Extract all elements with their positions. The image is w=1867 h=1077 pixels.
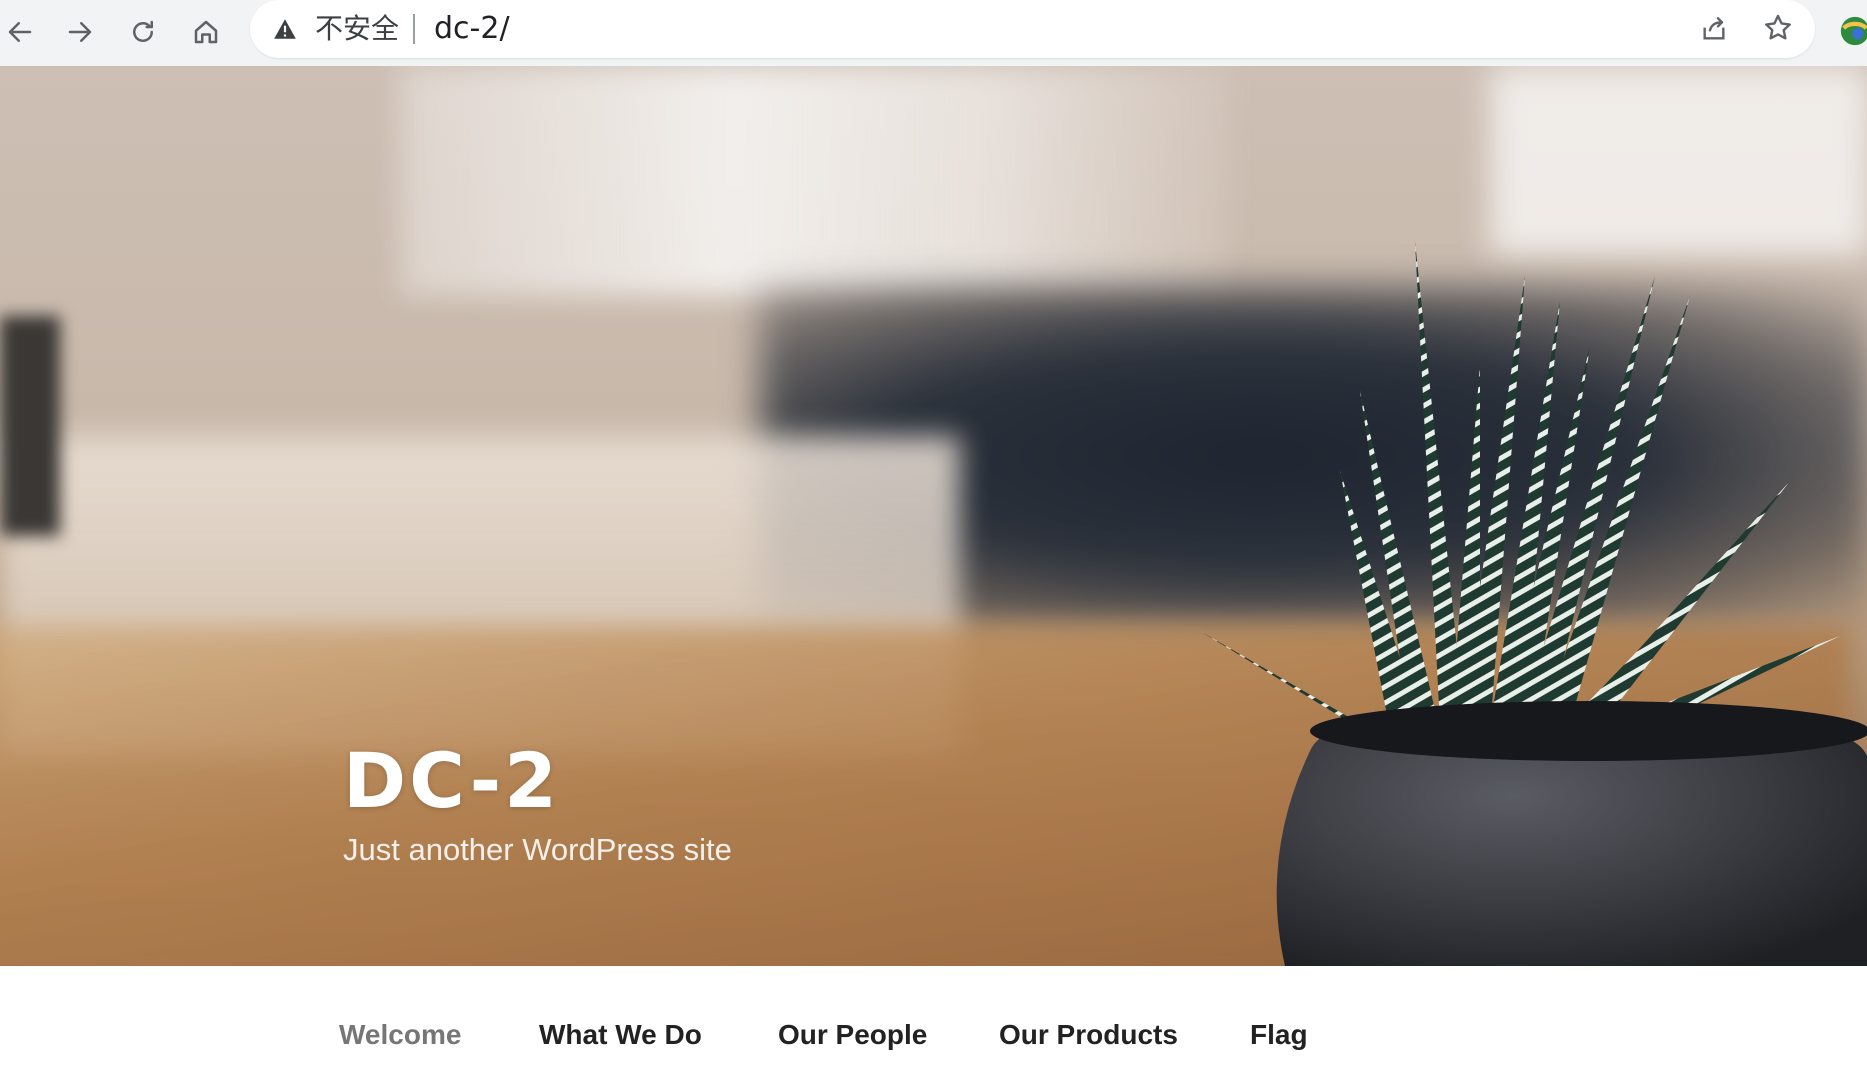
nav-item-what-we-do[interactable]: What We Do (539, 1018, 702, 1052)
nav-item-our-products[interactable]: Our Products (999, 1018, 1178, 1052)
header-hero-image: DC-2 Just another WordPress site (0, 66, 1867, 966)
succulent-plant-image (1200, 241, 1867, 966)
address-bar[interactable]: 不安全 dc-2/ (250, 0, 1815, 58)
share-icon[interactable] (1698, 13, 1730, 45)
home-icon (194, 20, 218, 44)
extension-icon[interactable] (1838, 14, 1867, 48)
site-tagline: Just another WordPress site (343, 832, 732, 867)
nav-item-welcome[interactable]: Welcome (339, 1018, 461, 1052)
home-button[interactable] (186, 12, 226, 52)
site-title[interactable]: DC-2 (343, 738, 560, 824)
main-navigation: Welcome What We Do Our People Our Produc… (0, 966, 1867, 1077)
address-divider (413, 14, 415, 44)
back-button[interactable] (0, 12, 40, 52)
reload-button[interactable] (123, 12, 163, 52)
browser-toolbar: 不安全 dc-2/ (0, 0, 1867, 66)
back-arrow-icon (8, 22, 32, 42)
nav-item-our-people[interactable]: Our People (778, 1018, 927, 1052)
star-icon[interactable] (1762, 12, 1794, 44)
reload-icon (133, 20, 153, 42)
forward-arrow-icon (68, 22, 92, 42)
forward-button[interactable] (60, 12, 100, 52)
nav-item-flag[interactable]: Flag (1250, 1018, 1308, 1052)
url-text[interactable]: dc-2/ (434, 10, 510, 48)
security-label[interactable]: 不安全 (315, 10, 399, 48)
warning-icon[interactable] (272, 16, 298, 42)
